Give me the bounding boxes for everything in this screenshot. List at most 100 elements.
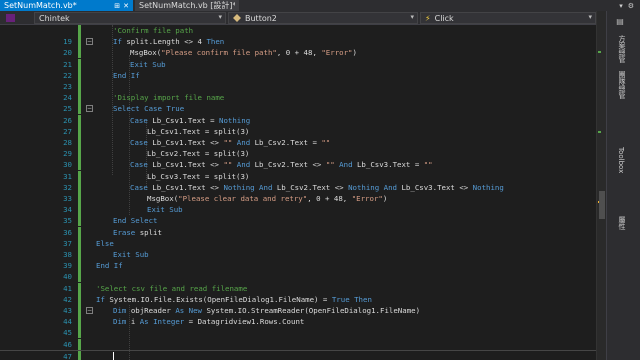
code-token: Lb_Csv1.Text <> [152, 138, 224, 147]
code-line[interactable]: 42 If System.IO.File.Exists(OpenFileDialo… [0, 293, 596, 305]
code-line[interactable]: 29 Lb_Csv2.Text = split(3) [0, 148, 596, 160]
project-dropdown[interactable]: Chintek ▾ [34, 12, 226, 24]
code-token: Lb_Csv1.Text = split(3) [147, 126, 250, 136]
code-text: Dim i As Integer = Datagridview1.Rows.Co… [113, 316, 304, 327]
code-line[interactable]: 22 End If [0, 69, 596, 81]
code-token: Lb_Csv3.Text <> [401, 182, 473, 192]
pin-icon[interactable]: ⊞ [114, 2, 120, 10]
code-token: Lb_Csv2.Text = [254, 138, 322, 147]
code-text: End Select [113, 215, 158, 226]
code-line[interactable]: 34 Exit Sub [0, 204, 596, 216]
keyword-token: End Select [113, 216, 158, 226]
comment-token: 'Select csv file and read filename [96, 283, 248, 293]
keyword-token: If [96, 294, 110, 304]
line-number: 28 [63, 138, 72, 147]
code-text: Lb_Csv3.Text = split(3) [147, 171, 249, 182]
change-indicator [78, 316, 81, 328]
change-indicator [78, 103, 81, 115]
code-line[interactable]: 40 [0, 271, 596, 283]
string-token: "Please clear data and retry" [178, 194, 308, 203]
change-indicator [78, 215, 81, 227]
code-line[interactable]: 21 Exit Sub [0, 58, 596, 70]
close-icon[interactable]: ✕ [123, 2, 129, 10]
code-token: MsgBox( [147, 194, 179, 203]
side-tab-toolbox[interactable]: Toolbox [617, 147, 625, 173]
change-indicator [78, 193, 81, 204]
project-icon [6, 14, 15, 22]
code-line[interactable]: 31 Lb_Csv3.Text = split(3) [0, 170, 596, 182]
code-line[interactable]: 'Confirm file path [0, 25, 596, 36]
change-indicator [78, 92, 81, 104]
line-number: 38 [63, 250, 72, 259]
change-indicator [78, 137, 81, 148]
code-line[interactable]: 24 'Display import file name [0, 92, 596, 104]
keyword-token: As New [175, 306, 207, 315]
gear-icon[interactable]: ⚙ [628, 2, 634, 10]
code-text: Lb_Csv1.Text = split(3) [147, 126, 249, 137]
code-editor[interactable]: 'Confirm file path 19 If split.Length <> 4… [0, 25, 596, 360]
code-line[interactable]: 44 Dim i As Integer = Datagridview1.Rows.… [0, 316, 596, 328]
collapse-icon[interactable]: − [86, 105, 93, 113]
code-line[interactable]: 35 End Select [0, 215, 596, 227]
change-indicator [78, 181, 81, 193]
side-tab-solution-explorer[interactable]: 方案總管 [617, 35, 627, 63]
code-line[interactable]: 26 Case Lb_Csv1.Text = Nothing [0, 114, 596, 126]
side-tab-team-explorer[interactable]: 團隊總管 [617, 71, 627, 99]
tab-label: SetNumMatch.vb* [4, 1, 77, 10]
event-dropdown[interactable]: ⚡ Click ▾ [420, 12, 596, 24]
tab-setnummatch-design[interactable]: SetNumMatch.vb [設計]* [135, 0, 239, 11]
string-token: "Error" [321, 48, 353, 58]
tab-list-dropdown-icon[interactable]: ▾ [619, 2, 623, 10]
code-line[interactable]: 23 [0, 81, 596, 92]
side-tab-properties[interactable]: 屬性 [617, 216, 627, 230]
code-line[interactable]: 36 Erase split [0, 226, 596, 238]
keyword-token: Case [130, 160, 153, 170]
code-line[interactable]: 37 Else [0, 237, 596, 249]
code-line[interactable]: 41 'Select csv file and read filename [0, 282, 596, 294]
code-line[interactable]: 33 MsgBox("Please clear data and retry", … [0, 193, 596, 204]
change-marker [598, 131, 601, 133]
side-panel: ▤ 方案總管 團隊總管 Toolbox 屬性 [606, 11, 640, 360]
object-dropdown[interactable]: Button2 ▾ [228, 12, 418, 24]
code-token: i [130, 317, 140, 327]
keyword-token: And [232, 138, 255, 147]
solution-explorer-icon[interactable]: ▤ [615, 17, 625, 27]
code-line[interactable]: 32 Case Lb_Csv1.Text <> Nothing And Lb_Cs… [0, 181, 596, 193]
code-token: ) [382, 194, 388, 203]
code-line[interactable]: 27 Lb_Csv1.Text = split(3) [0, 125, 596, 137]
code-text: Exit Sub [113, 249, 149, 260]
keyword-token: Exit Sub [147, 205, 183, 215]
line-number: 23 [63, 82, 72, 91]
code-text: Case Lb_Csv1.Text <> Nothing And Lb_Csv2… [130, 182, 504, 193]
code-text: Lb_Csv2.Text = split(3) [147, 148, 249, 159]
code-line[interactable]: 38 Exit Sub [0, 249, 596, 260]
code-line[interactable]: 39 End If [0, 260, 596, 272]
code-text: Exit Sub [130, 59, 166, 70]
collapse-icon[interactable]: − [86, 38, 93, 46]
vertical-scrollbar[interactable] [596, 11, 606, 360]
string-token: "" [423, 160, 433, 170]
code-line[interactable]: 46 [0, 338, 596, 350]
line-number: 27 [63, 126, 72, 136]
code-line[interactable]: 47 [0, 349, 596, 360]
keyword-token: Select Case True [113, 104, 185, 114]
chevron-down-icon: ▾ [410, 13, 414, 21]
keyword-token: Exit Sub [113, 250, 149, 259]
code-line[interactable]: 20 MsgBox("Please confirm file path", 0 +… [0, 47, 596, 59]
code-text: 'Display import file name [113, 92, 224, 103]
line-number: 42 [63, 294, 72, 304]
tab-setnummatch-vb[interactable]: SetNumMatch.vb* ⊞ ✕ [0, 0, 133, 11]
code-token: Lb_Csv3.Text = split(3) [147, 171, 250, 181]
line-number: 25 [63, 104, 72, 114]
collapse-icon[interactable]: − [86, 307, 93, 314]
code-line[interactable]: 30 Case Lb_Csv1.Text <> "" And Lb_Csv2.Te… [0, 159, 596, 171]
code-line[interactable]: 45 [0, 327, 596, 339]
code-text: Exit Sub [147, 204, 183, 215]
scrollbar-thumb[interactable] [599, 191, 605, 219]
code-line[interactable]: 28 Case Lb_Csv1.Text <> "" And Lb_Csv2.Te… [0, 137, 596, 148]
chevron-down-icon: ▾ [588, 13, 592, 21]
line-number: 39 [63, 261, 72, 271]
document-tab-bar: SetNumMatch.vb* ⊞ ✕ SetNumMatch.vb [設計]*… [0, 0, 640, 11]
text-caret [113, 351, 114, 360]
code-token: , 0 + 48, [276, 48, 322, 58]
